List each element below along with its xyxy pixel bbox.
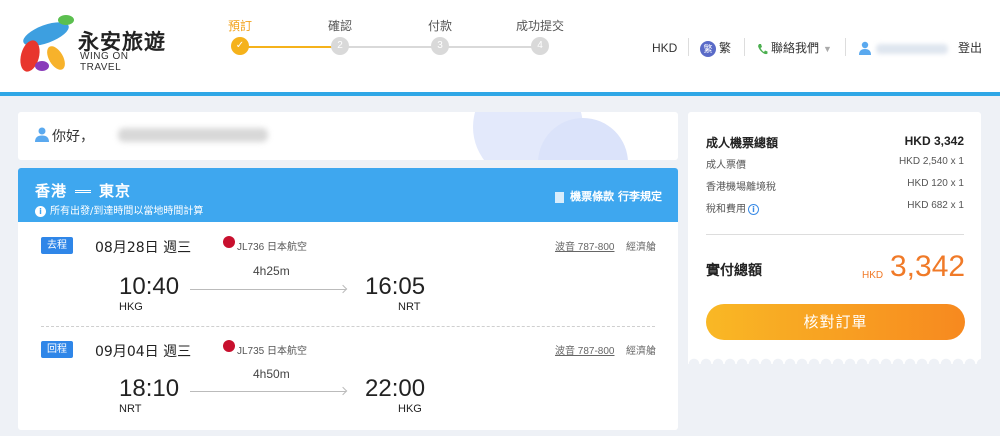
time-note-text: 所有出發/到達時間以當地時間計算	[50, 206, 204, 217]
local-time-note: i 所有出發/到達時間以當地時間計算	[35, 202, 203, 217]
outbound-arrival-time: 16:05	[365, 273, 426, 300]
departure-tax-row: 香港機場離境稅 HKD 120 x 1	[706, 178, 964, 194]
language-badge-icon: 繁	[700, 40, 716, 57]
step-number: 4	[531, 37, 549, 55]
username-blurred	[876, 44, 948, 54]
adult-fare-value: HKD 2,540 x 1	[898, 156, 964, 167]
contact-us-link[interactable]: 聯絡我們 ▼	[757, 38, 832, 58]
username-blurred	[118, 128, 268, 142]
amount-payable-value: 3,342	[890, 250, 966, 283]
currency-selector[interactable]: HKD	[652, 38, 677, 58]
japan-airlines-logo-icon	[223, 340, 235, 352]
route-from: 香港	[35, 182, 68, 200]
rules-link-label: 機票條款 行李規定	[570, 190, 662, 203]
outbound-departure-airport: HKG	[119, 301, 143, 313]
step-payment: 付款 3	[410, 18, 470, 55]
taxes-fees-label-wrap: 稅和費用 i	[706, 200, 759, 215]
taxes-fees-row: 稅和費用 i HKD 682 x 1	[706, 200, 964, 216]
greeting-card: 你好，	[18, 112, 678, 160]
inbound-arrival-time: 22:00	[365, 375, 426, 402]
japan-airlines-logo-icon	[223, 236, 235, 248]
step-label: 預訂	[227, 19, 252, 33]
ticket-rules-link[interactable]: 機票條款 行李規定	[555, 188, 662, 204]
language-selector[interactable]: 繁繁	[700, 38, 731, 58]
inbound-date: 09月04日 週三	[95, 344, 192, 360]
departure-tax-value: HKD 120 x 1	[907, 178, 964, 189]
flight-header: 香港 東京 i 所有出發/到達時間以當地時間計算 機票條款 行李規定	[18, 168, 678, 222]
inbound-cabin: 經濟艙	[626, 346, 656, 357]
user-icon	[35, 127, 49, 142]
info-icon: i	[35, 205, 46, 217]
adult-fare-label: 成人票價	[706, 160, 746, 171]
inbound-segment: 回程 09月04日 週三 JL735 日本航空 波音 787-800 經濟艙 4…	[18, 330, 678, 430]
user-icon	[859, 41, 871, 55]
price-divider	[706, 234, 964, 235]
adult-fare-row: 成人票價 HKD 2,540 x 1	[706, 156, 964, 172]
price-summary-card: 成人機票總額 HKD 3,342 成人票價 HKD 2,540 x 1 香港機場…	[688, 112, 981, 358]
outbound-cabin: 經濟艙	[626, 242, 656, 253]
taxes-fees-value: HKD 682 x 1	[907, 200, 964, 211]
arrow-right-icon	[338, 386, 348, 396]
outbound-arrival-airport: NRT	[398, 301, 421, 313]
outbound-date: 08月28日 週三	[95, 240, 192, 256]
logo-mark-icon	[20, 15, 74, 72]
inbound-departure-time: 18:10	[119, 375, 180, 402]
check-order-button[interactable]: 核對訂單	[706, 304, 965, 340]
phone-icon	[758, 43, 768, 54]
inbound-flight-number: JL735 日本航空	[237, 346, 308, 357]
flight-line	[190, 289, 346, 290]
step-number: 2	[331, 37, 349, 55]
header-accent-bar	[0, 92, 1000, 96]
inbound-tag: 回程	[41, 341, 73, 358]
chevron-down-icon: ▼	[823, 44, 832, 54]
inbound-duration: 4h50m	[253, 367, 290, 381]
outbound-segment: 去程 08月28日 週三 JL736 日本航空 波音 787-800 經濟艙 4…	[18, 226, 678, 326]
receipt-scallop-edge	[688, 352, 981, 364]
check-icon: ✓	[231, 37, 249, 55]
inbound-aircraft[interactable]: 波音 787-800	[555, 342, 614, 357]
outbound-flight-number: JL736 日本航空	[237, 242, 308, 253]
logo-text-english: WING ON TRAVEL	[80, 51, 129, 73]
info-icon[interactable]: i	[748, 203, 759, 215]
header-divider	[744, 38, 745, 56]
outbound-tag: 去程	[41, 237, 73, 254]
step-submitted: 成功提交 4	[510, 18, 570, 55]
adult-fare-total-label: 成人機票總額	[706, 136, 779, 150]
route-to: 東京	[99, 182, 132, 200]
taxes-fees-label: 稅和費用	[706, 204, 746, 215]
contact-label: 聯絡我們	[771, 41, 820, 55]
adult-fare-total-value: HKD 3,342	[904, 134, 964, 148]
step-booking: 預訂 ✓	[210, 18, 270, 55]
language-label: 繁	[719, 41, 732, 55]
flight-line	[190, 391, 346, 392]
inbound-departure-airport: NRT	[119, 403, 142, 415]
departure-tax-label: 香港機場離境稅	[706, 182, 776, 193]
flight-details-card: 香港 東京 i 所有出發/到達時間以當地時間計算 機票條款 行李規定 去程 08月2…	[18, 168, 678, 430]
adult-fare-total-row: 成人機票總額 HKD 3,342	[706, 134, 964, 150]
wing-on-logo[interactable]: 永安旅遊 WING ON TRAVEL	[16, 12, 166, 74]
step-label: 付款	[427, 19, 452, 33]
step-label: 成功提交	[515, 19, 564, 33]
logout-link[interactable]: 登出	[958, 38, 982, 58]
header-divider	[688, 38, 689, 56]
document-icon	[555, 191, 565, 203]
step-confirm: 確認 2	[310, 18, 370, 55]
amount-payable-currency: HKD	[862, 270, 884, 281]
header-divider	[845, 38, 846, 56]
route-arrow-icon	[75, 190, 92, 193]
outbound-aircraft[interactable]: 波音 787-800	[555, 238, 614, 253]
outbound-duration: 4h25m	[253, 264, 290, 278]
inbound-arrival-airport: HKG	[398, 403, 422, 415]
amount-payable-label: 實付總額	[706, 263, 762, 279]
step-number: 3	[431, 37, 449, 55]
greeting-text: 你好，	[52, 129, 94, 145]
route-title: 香港 東京	[35, 180, 131, 201]
outbound-departure-time: 10:40	[119, 273, 180, 300]
arrow-right-icon	[338, 284, 348, 294]
step-label: 確認	[327, 19, 352, 33]
segment-divider	[41, 326, 655, 327]
booking-progress-steps: 預訂 ✓ 確認 2 付款 3 成功提交 4	[210, 18, 590, 68]
top-header: 永安旅遊 WING ON TRAVEL 預訂 ✓ 確認 2 付款 3 成功提交 …	[0, 0, 1000, 92]
